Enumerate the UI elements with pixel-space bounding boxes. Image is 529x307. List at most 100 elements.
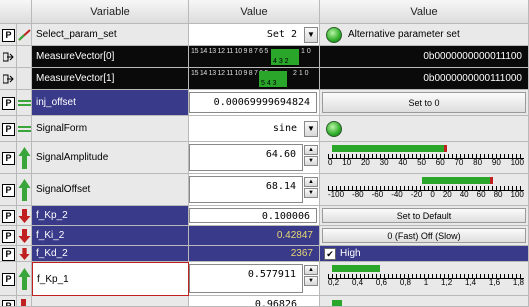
decrement-icon[interactable]: ▼ [304, 188, 318, 198]
offset-gauge[interactable]: -100 -80 -60 -40 -20 0 20 40 60 80 100 [320, 174, 529, 206]
parameter-icon[interactable]: P [2, 247, 15, 261]
variable-name[interactable]: MeasureVector[0] [32, 46, 189, 68]
param-set-select[interactable]: Set 2 ▼ [189, 24, 320, 46]
active-bit-labels: 5 4 3 [261, 80, 277, 87]
parameter-icon[interactable]: P [2, 151, 15, 165]
up-arrow-icon [18, 146, 31, 169]
fast-slow-toggle-button[interactable]: 0 (Fast) Off (Slow) [322, 228, 526, 243]
equals-icon [18, 99, 31, 106]
variable-name[interactable]: SignalForm [32, 116, 189, 142]
row-signal-amplitude: P SignalAmplitude 64.60 ▲ ▼ 0 10 20 30 40 50 6… [0, 142, 529, 174]
gauge-scale: -100 -80 -60 -40 -20 0 20 40 60 80 100 [328, 190, 524, 199]
variable-name[interactable]: f_Kp_1 [32, 262, 189, 296]
output-arrow-icon [3, 52, 14, 61]
down-arrow-icon [18, 228, 31, 243]
decrement-icon[interactable]: ▼ [304, 276, 318, 286]
bit-index-labels: 15 14 13 12 11 10 9 8 7 6 5 [191, 48, 269, 55]
bit-index-labels: 15 14 13 12 11 10 9 8 7 6 5 [191, 70, 269, 77]
down-arrow-icon [21, 299, 26, 306]
header-value-2[interactable]: Value [320, 0, 529, 24]
increment-icon[interactable]: ▲ [304, 145, 318, 155]
row-select-param-set: P Select_param_set Set 2 ▼ Alternative p… [0, 24, 529, 46]
variable-grid: Variable Value Value P Select_param_set … [0, 0, 529, 307]
row-f-kd-2: P f_Kd_2 2367 ✔ High [0, 246, 529, 262]
bit-vector-display: 15 14 13 12 11 10 9 8 7 6 5 4 3 2 1 0 [189, 46, 320, 68]
equals-icon [18, 125, 31, 132]
gauge-fill [332, 265, 380, 272]
down-arrow-icon [18, 208, 31, 223]
f-kp-1-gauge[interactable]: 0,2 0,4 0,6 0,8 1 1,2 1,4 1,6 1,8 [320, 262, 529, 296]
signal-amplitude-input[interactable]: 64.60 [189, 144, 303, 171]
variable-name[interactable]: Select_param_set [32, 24, 189, 46]
header-variable[interactable]: Variable [32, 0, 189, 24]
parameter-icon[interactable]: P [2, 229, 15, 243]
f-kd-2-value: 2367 [189, 246, 320, 262]
parameter-icon[interactable]: P [2, 96, 15, 110]
parameter-icon[interactable]: P [2, 300, 15, 306]
param-set-value: Set 2 [266, 29, 297, 40]
binary-value: 0b0000000000011100 [320, 46, 529, 68]
bit-vector-display: 15 14 13 12 11 10 9 8 7 6 5 5 4 3 2 1 0 [189, 68, 320, 90]
row-measure-vector-1: MeasureVector[1] 15 14 13 12 11 10 9 8 7… [0, 68, 529, 90]
chevron-down-icon[interactable]: ▼ [304, 27, 318, 43]
parameter-icon[interactable]: P [2, 209, 15, 223]
decrement-icon[interactable]: ▼ [304, 156, 318, 166]
gauge-fill [422, 177, 490, 184]
row-f-kp-2: P f_Kp_2 0.100006 Set to Default [0, 206, 529, 226]
variable-name[interactable]: inj_offset [32, 90, 189, 116]
signal-form-select[interactable]: sine ▼ [189, 116, 320, 142]
gauge-marker [444, 145, 447, 152]
f-ki-2-value: 0.42847 [189, 226, 320, 246]
status-led-icon [326, 27, 342, 43]
low-bit-labels: 1 0 [301, 48, 311, 55]
variable-name[interactable] [32, 296, 189, 307]
gauge-fill [332, 145, 444, 152]
high-checkbox[interactable]: ✔ [324, 248, 336, 260]
amplitude-gauge[interactable]: 0 10 20 30 40 50 60 70 80 90 100 [320, 142, 529, 174]
parameter-icon[interactable]: P [2, 122, 15, 136]
row-inj-offset: P inj_offset 0.00069999694824 Set to 0 [0, 90, 529, 116]
chevron-down-icon[interactable]: ▼ [304, 121, 318, 137]
up-arrow-icon [18, 178, 31, 201]
f-kp-2-input[interactable]: 0.100006 [189, 208, 317, 223]
low-bit-labels: 2 1 0 [293, 70, 309, 77]
grid-header: Variable Value Value [0, 0, 529, 24]
increment-icon[interactable]: ▲ [304, 265, 318, 275]
signal-offset-input[interactable]: 68.14 [189, 176, 303, 203]
variable-name[interactable]: MeasureVector[1] [32, 68, 189, 90]
gauge-scale: 0 10 20 30 40 50 60 70 80 90 100 [328, 158, 524, 167]
gauge-marker [490, 177, 493, 184]
row-f-ki-2: P f_Ki_2 0.42847 0 (Fast) Off (Slow) [0, 226, 529, 246]
status-led-icon [326, 121, 342, 137]
variable-name[interactable]: f_Kp_2 [32, 206, 189, 226]
f-kp-1-input[interactable]: 0.577911 [189, 264, 303, 293]
up-arrow-icon [18, 267, 31, 290]
variable-name[interactable]: f_Kd_2 [32, 246, 189, 262]
high-checkbox-label: High [340, 248, 361, 259]
binary-value: 0b0000000000111000 [320, 68, 529, 90]
header-corner [0, 0, 32, 24]
variable-name[interactable]: SignalAmplitude [32, 142, 189, 174]
parameter-icon[interactable]: P [2, 183, 15, 197]
partial-value[interactable]: 0.96826 [255, 299, 297, 306]
row-signal-offset: P SignalOffset 68.14 ▲ ▼ -100 -80 -60 -40 -2… [0, 174, 529, 206]
param-set-status-label: Alternative parameter set [348, 29, 460, 40]
down-arrow-icon [19, 247, 30, 260]
parameter-icon[interactable]: P [2, 28, 15, 42]
gauge-scale: 0,2 0,4 0,6 0,8 1 1,2 1,4 1,6 1,8 [328, 278, 524, 287]
header-value[interactable]: Value [189, 0, 320, 24]
row-measure-vector-0: MeasureVector[0] 15 14 13 12 11 10 9 8 7… [0, 46, 529, 68]
row-f-kp-1: P f_Kp_1 0.577911 ▲ ▼ 0,2 0,4 0,6 0,8 1 1,2 1,… [0, 262, 529, 296]
inj-offset-input[interactable]: 0.00069999694824 [189, 92, 317, 113]
output-arrow-icon [3, 74, 14, 83]
row-partial: P 0.96826 [0, 296, 529, 307]
variable-name[interactable]: f_Ki_2 [32, 226, 189, 246]
parameter-icon[interactable]: P [2, 272, 15, 286]
set-to-default-button[interactable]: Set to Default [322, 208, 526, 223]
signal-form-value: sine [272, 123, 297, 134]
row-signal-form: P SignalForm sine ▼ [0, 116, 529, 142]
variable-name[interactable]: SignalOffset [32, 174, 189, 206]
active-bit-labels: 4 3 2 [273, 58, 289, 65]
set-to-zero-button[interactable]: Set to 0 [322, 92, 526, 113]
increment-icon[interactable]: ▲ [304, 177, 318, 187]
